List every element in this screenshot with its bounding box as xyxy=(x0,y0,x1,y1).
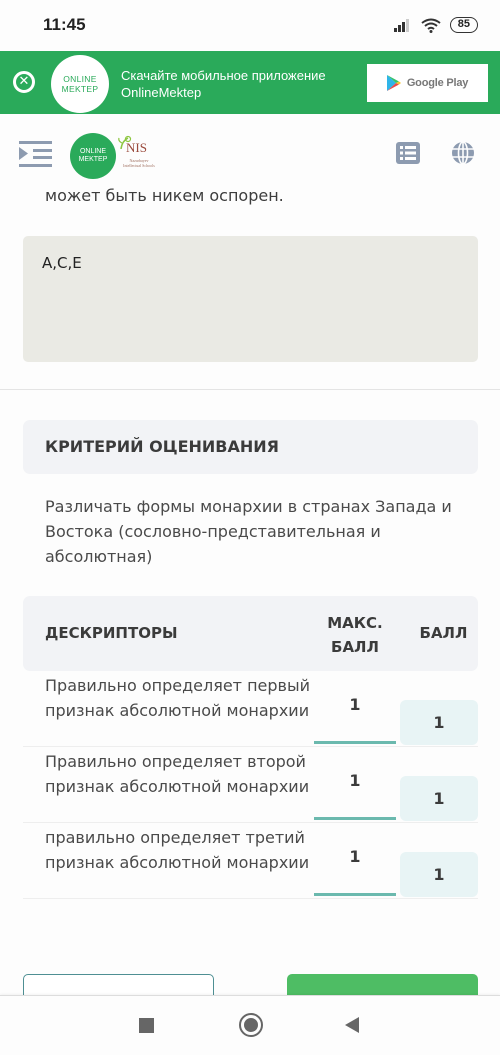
header-logo-line1: ONLINE xyxy=(79,148,107,155)
divider xyxy=(0,389,500,390)
close-banner-button[interactable]: ✕ xyxy=(13,71,35,93)
column-score: БАЛЛ xyxy=(419,624,468,642)
table-row: Правильно определяет второй признак абсо… xyxy=(23,747,478,823)
online-mektep-logo: ONLINE MEKTEP xyxy=(51,55,109,113)
google-play-label: Google Play xyxy=(406,77,469,89)
signal-icon xyxy=(393,19,409,32)
menu-toggle-icon[interactable] xyxy=(19,141,52,167)
descriptor-text: Правильно определяет первый признак абсо… xyxy=(45,676,310,720)
list-icon xyxy=(400,146,416,160)
google-play-icon xyxy=(386,75,401,91)
recent-apps-icon[interactable] xyxy=(139,1018,154,1033)
banner-text: Скачайте мобильное приложение OnlineMekt… xyxy=(121,67,326,101)
score-input[interactable]: 1 xyxy=(400,700,478,745)
system-nav-bar xyxy=(0,995,500,1055)
table-row: правильно определяет третий признак абсо… xyxy=(23,823,478,899)
header-logo-line2: MEKTEP xyxy=(78,156,108,163)
google-play-button[interactable]: Google Play xyxy=(367,64,488,102)
header-logo[interactable]: ONLINE MEKTEP xyxy=(70,133,116,179)
max-score-underline xyxy=(314,817,396,820)
status-icons: 85 xyxy=(393,17,478,33)
criteria-header: КРИТЕРИЙ ОЦЕНИВАНИЯ xyxy=(23,420,478,474)
close-icon: ✕ xyxy=(18,74,30,89)
wifi-icon xyxy=(421,18,441,33)
max-score-value: 1 xyxy=(349,695,361,714)
nis-text: NIS xyxy=(126,140,147,155)
descriptor-text: Правильно определяет второй признак абсо… xyxy=(45,752,310,796)
nis-subtitle: Nazarbayev Intellectual Schools xyxy=(123,158,155,168)
column-max-score: МАКС. БАЛЛ xyxy=(315,611,395,659)
back-icon[interactable] xyxy=(345,1017,359,1033)
app-header: ONLINE MEKTEP NIS Nazarbayev Intellectua… xyxy=(0,114,500,186)
table-header: ДЕСКРИПТОРЫ МАКС. БАЛЛ БАЛЛ xyxy=(23,596,478,671)
column-max-line2: БАЛЛ xyxy=(331,638,379,656)
battery-icon: 85 xyxy=(449,17,478,33)
column-max-line1: МАКС. xyxy=(327,614,383,632)
max-score-value: 1 xyxy=(349,847,361,866)
question-text: может быть никем оспорен. xyxy=(45,186,284,205)
max-score-value: 1 xyxy=(349,771,361,790)
criteria-description: Различать формы монархии в странах Запад… xyxy=(45,497,452,566)
app-download-banner: ✕ ONLINE MEKTEP Скачайте мобильное прило… xyxy=(0,51,500,114)
banner-text-line1: Скачайте мобильное приложение xyxy=(121,68,326,83)
descriptor-text: правильно определяет третий признак абсо… xyxy=(45,828,310,872)
home-icon[interactable] xyxy=(239,1013,263,1037)
logo-line1: ONLINE xyxy=(63,74,97,84)
table-row: Правильно определяет первый признак абсо… xyxy=(23,671,478,747)
status-bar: 11:45 85 xyxy=(0,0,500,51)
max-score-underline xyxy=(314,741,396,744)
status-time: 11:45 xyxy=(43,15,86,34)
banner-text-line2: OnlineMektep xyxy=(121,85,202,100)
nis-logo: NIS Nazarbayev Intellectual Schools xyxy=(118,135,160,179)
answer-field[interactable]: A,C,E xyxy=(23,236,478,362)
score-input[interactable]: 1 xyxy=(400,776,478,821)
descriptors-table: ДЕСКРИПТОРЫ МАКС. БАЛЛ БАЛЛ Правильно оп… xyxy=(23,596,478,899)
logo-line2: MEKTEP xyxy=(61,84,99,94)
globe-icon[interactable] xyxy=(451,141,475,165)
max-score-underline xyxy=(314,893,396,896)
score-input[interactable]: 1 xyxy=(400,852,478,897)
question-list-button[interactable] xyxy=(396,142,420,164)
column-descriptors: ДЕСКРИПТОРЫ xyxy=(45,624,178,642)
